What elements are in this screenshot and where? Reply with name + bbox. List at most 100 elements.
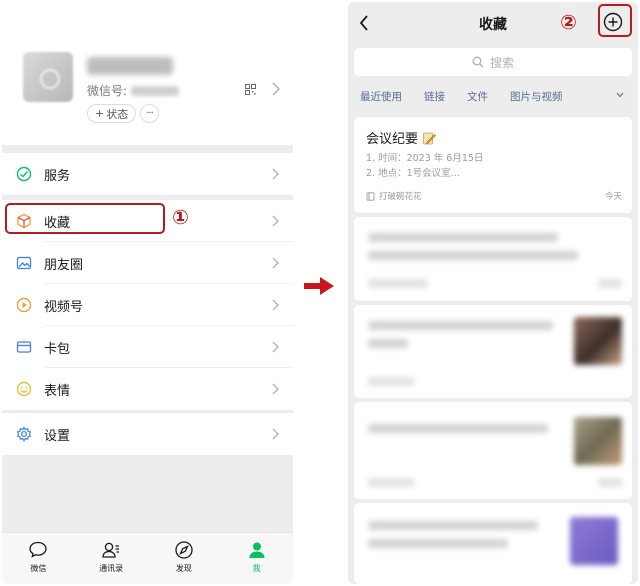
tab-discover[interactable]: 发现 [148,533,221,584]
filter-files[interactable]: 文件 [467,89,488,104]
blurred-text [598,279,622,288]
qr-code-icon[interactable] [245,84,256,95]
menu-label: 服务 [44,168,71,184]
wechat-id: 微信号: [87,82,180,99]
status-button[interactable]: + 状态 [87,104,137,123]
status-label: 状态 [106,107,129,121]
menu-label: 表情 [44,383,71,399]
favorite-item[interactable]: 会议纪要 1. 时间：2023 年 6月15日 2. 地点：1号会议室… 打破碗… [354,117,632,213]
chevron-right-icon [272,168,279,180]
compass-icon [175,541,193,559]
filter-recent[interactable]: 最近使用 [360,89,402,104]
contacts-icon [102,542,120,558]
profile-nickname-blurred [87,57,173,75]
play-circle-icon [16,297,32,313]
bottom-tab-bar: 微信 通讯录 发现 我 [2,532,293,584]
smiley-icon [16,381,32,397]
gear-icon [16,426,32,442]
menu-group-settings: 设置 [2,413,293,455]
more-label: ··· [146,108,153,119]
favorites-page: 收藏 搜索 最近使用 链接 文件 图片与视频 会议纪要 1. 时间：2023 年… [348,2,638,584]
tab-label: 通讯录 [99,564,124,573]
item-time: 今天 [604,192,622,202]
item-preview-line: 2. 地点：1号会议室… [366,168,461,179]
item-source-name: 打破碗花花 [379,192,422,202]
blurred-text [368,478,414,487]
service-icon [16,166,32,182]
step-2-marker: ② [560,10,577,34]
menu-item-cards[interactable]: 卡包 [2,326,293,368]
nav-bar: 收藏 [348,2,638,44]
card-wallet-icon [16,339,32,355]
chevron-right-icon [272,215,279,227]
more-button[interactable]: ··· [140,104,159,123]
image-icon [16,255,32,271]
page-title: 收藏 [479,17,507,33]
menu-item-service[interactable]: 服务 [2,153,293,195]
memo-pencil-icon [423,132,436,144]
item-source: 打破碗花花 [366,190,422,202]
tab-label: 发现 [175,564,192,573]
person-icon [249,542,265,558]
wechat-id-value-blurred [131,85,180,96]
search-icon [472,56,484,68]
plus-icon: + [95,107,105,120]
blurred-text [368,339,408,348]
blurred-text [368,539,508,548]
me-page: 微信号: + 状态 ··· 服务 收藏 朋友圈 视频号 卡包 表情 设置 微信 … [2,2,293,584]
chevron-right-icon [272,82,280,96]
tab-contacts[interactable]: 通讯录 [75,533,148,584]
item-title: 会议纪要 [366,128,436,147]
tab-chats[interactable]: 微信 [2,533,75,584]
chevron-down-icon[interactable] [616,92,624,98]
blurred-text [368,424,548,433]
search-placeholder: 搜索 [489,55,514,70]
blurred-text [368,233,558,242]
chevron-right-icon [272,299,279,311]
add-button-highlight-box [598,4,632,37]
menu-item-moments[interactable]: 朋友圈 [2,242,293,284]
favorite-item-blurred[interactable] [354,305,632,398]
chevron-right-icon [272,257,279,269]
menu-label: 朋友圈 [44,257,84,273]
favorite-item-blurred[interactable] [354,217,632,301]
favorites-highlight-box [5,203,165,234]
filter-links[interactable]: 链接 [424,89,445,104]
menu-item-settings[interactable]: 设置 [2,413,293,455]
tab-label: 我 [252,564,261,573]
menu-item-channels[interactable]: 视频号 [2,284,293,326]
avatar[interactable] [23,52,73,102]
blurred-text [368,279,428,288]
tab-me[interactable]: 我 [220,533,293,584]
menu-group-service: 服务 [2,153,293,195]
filter-tabs: 最近使用 链接 文件 图片与视频 [360,88,630,104]
filter-images-videos[interactable]: 图片与视频 [510,89,563,104]
favorite-item-blurred[interactable] [354,503,632,584]
item-preview-line: 1. 时间：2023 年 6月15日 [366,153,484,164]
blurred-text [368,321,553,330]
blurred-text [598,478,622,487]
blurred-thumbnail [570,517,618,565]
blurred-text [368,251,578,260]
profile-header[interactable]: 微信号: + 状态 ··· [2,2,293,145]
menu-label: 视频号 [44,299,84,315]
step-1-marker: ① [172,205,189,229]
blurred-text [368,377,414,386]
wechat-id-label: 微信号: [87,84,128,98]
item-title-text: 会议纪要 [366,132,419,147]
favorite-item-blurred[interactable] [354,402,632,499]
chevron-right-icon [272,428,279,440]
search-input[interactable]: 搜索 [354,48,632,76]
chevron-right-icon [272,341,279,353]
blurred-thumbnail [574,317,622,365]
note-icon [366,191,375,201]
chat-bubble-icon [29,541,48,558]
menu-label: 设置 [44,428,71,444]
blurred-text [368,521,538,530]
menu-item-stickers[interactable]: 表情 [2,368,293,410]
tab-label: 微信 [30,564,47,573]
chevron-right-icon [272,383,279,395]
blurred-thumbnail [574,417,622,465]
arrow-right-icon [304,277,334,295]
menu-label: 卡包 [44,341,71,357]
